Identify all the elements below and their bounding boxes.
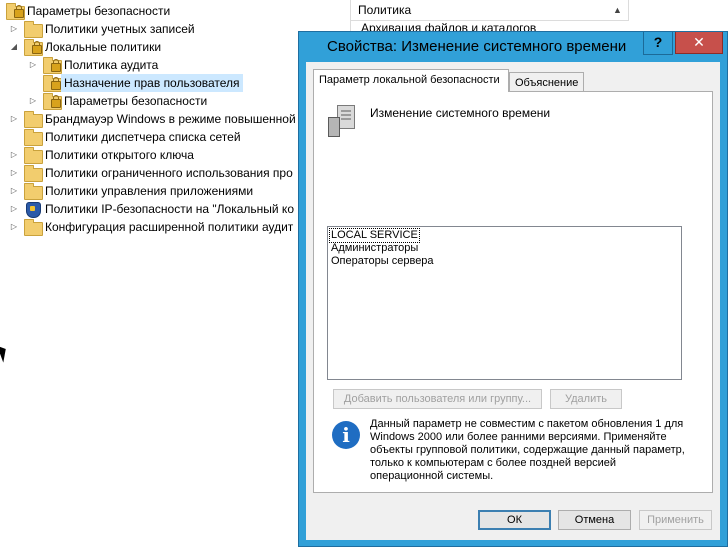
expand-arrow-icon[interactable]: ▷ <box>9 200 19 218</box>
security-folder-icon <box>6 3 25 20</box>
expand-arrow-icon[interactable]: ▷ <box>28 56 38 74</box>
tree-item-label: Политика аудита <box>64 58 159 72</box>
tree-item-label: Политики открытого ключа <box>45 148 194 162</box>
add-user-or-group-button[interactable]: Добавить пользователя или группу... <box>333 389 542 409</box>
folder-icon <box>24 147 43 164</box>
folder-icon <box>24 165 43 182</box>
collapse-arrow-icon[interactable]: ◢ <box>9 38 19 56</box>
close-button[interactable]: ✕ <box>675 32 723 54</box>
tree-item-label: Параметры безопасности <box>64 94 208 108</box>
tree-item-label: Назначение прав пользователя <box>61 74 243 92</box>
policy-settings-icon <box>328 105 358 137</box>
dialog-titlebar[interactable]: Свойства: Изменение системного времени ?… <box>299 32 727 62</box>
folder-icon <box>24 219 43 236</box>
remove-button[interactable]: Удалить <box>550 389 622 409</box>
compatibility-info-text: Данный параметр не совместим с пакетом о… <box>370 418 685 482</box>
console-tree: Параметры безопасности ▷ Политики учетны… <box>0 0 348 547</box>
help-button[interactable]: ? <box>643 32 673 55</box>
lock-folder-icon <box>43 93 62 110</box>
tree-item-label: Политики IP-безопасности на "Локальный к… <box>45 202 294 216</box>
policy-name-label: Изменение системного времени <box>370 106 551 120</box>
lock-folder-icon <box>43 75 62 92</box>
dialog-client-area: Параметр локальной безопасности Объяснен… <box>306 62 720 540</box>
folder-icon <box>24 129 43 146</box>
expand-arrow-icon[interactable]: ▷ <box>9 182 19 200</box>
tab-local-security-setting[interactable]: Параметр локальной безопасности <box>313 69 509 92</box>
lock-folder-icon <box>43 57 62 74</box>
shield-icon <box>24 202 42 218</box>
tree-item-label: Политики учетных записей <box>45 22 195 36</box>
column-header-label: Политика <box>358 3 412 17</box>
folder-icon <box>24 111 43 128</box>
expand-arrow-icon[interactable]: ▷ <box>9 20 19 38</box>
info-icon: i <box>332 421 360 449</box>
tree-item-label: Конфигурация расширенной политики аудит <box>45 220 294 234</box>
tree-item-label: Параметры безопасности <box>27 4 171 18</box>
list-item[interactable]: Администраторы <box>330 242 419 255</box>
tree-item-label: Политики диспетчера списка сетей <box>45 130 241 144</box>
sort-arrow-icon: ▲ <box>613 5 622 15</box>
list-item[interactable]: LOCAL SERVICE <box>329 228 420 243</box>
tree-item-label: Брандмауэр Windows в режиме повышенной <box>45 112 296 126</box>
column-header-policy[interactable]: Политика ▲ <box>351 0 629 21</box>
tree-item-label: Политики управления приложениями <box>45 184 254 198</box>
apply-button[interactable]: Применить <box>639 510 712 530</box>
properties-dialog: Свойства: Изменение системного времени ?… <box>298 31 728 547</box>
expand-arrow-icon[interactable]: ▷ <box>28 92 38 110</box>
cancel-button[interactable]: Отмена <box>558 510 631 530</box>
lock-folder-icon <box>24 39 43 56</box>
tab-panel: Изменение системного времени LOCAL SERVI… <box>313 91 713 493</box>
list-item[interactable]: Операторы сервера <box>330 255 435 268</box>
expand-arrow-icon[interactable]: ▷ <box>9 110 19 128</box>
tree-item-label: Политики ограниченного использования про <box>45 166 293 180</box>
ok-button[interactable]: ОК <box>478 510 551 530</box>
accounts-listbox[interactable]: LOCAL SERVICE Администраторы Операторы с… <box>327 226 682 380</box>
tab-explain[interactable]: Объяснение <box>509 72 585 92</box>
dialog-title: Свойства: Изменение системного времени <box>327 38 627 55</box>
mouse-cursor-icon <box>0 343 10 363</box>
expand-arrow-icon[interactable]: ▷ <box>9 218 19 236</box>
folder-icon <box>24 183 43 200</box>
tree-item-label: Локальные политики <box>45 40 162 54</box>
expand-arrow-icon[interactable]: ▷ <box>9 164 19 182</box>
expand-arrow-icon[interactable]: ▷ <box>9 146 19 164</box>
folder-icon <box>24 21 43 38</box>
